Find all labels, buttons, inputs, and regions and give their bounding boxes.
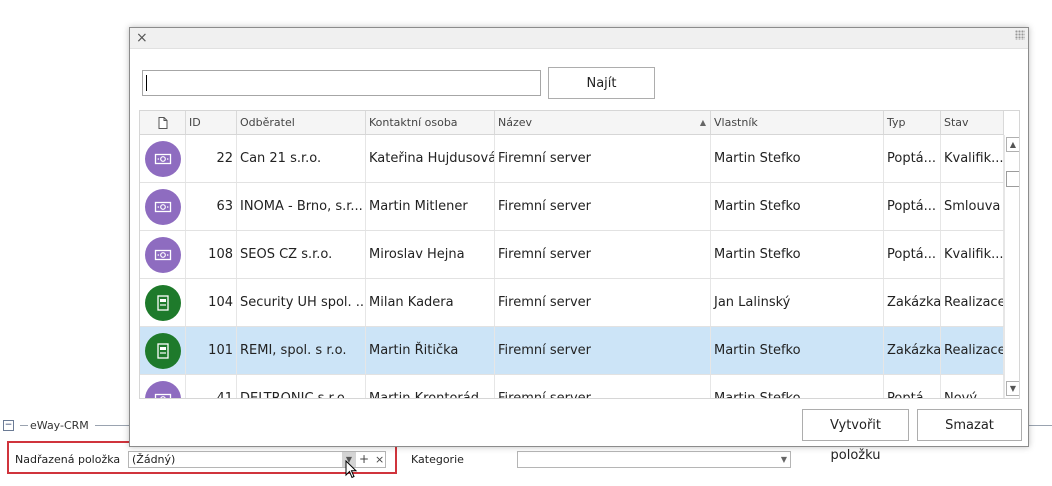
column-header-id[interactable]: ID xyxy=(186,111,237,134)
table-row[interactable]: 108 SEOS CZ s.r.o. Miroslav Hejna Firemní s… xyxy=(140,231,1004,279)
cell-icon xyxy=(140,375,186,398)
cell-icon xyxy=(140,231,186,278)
cell-type: Poptá... xyxy=(884,183,941,230)
table-row[interactable]: 101 REMI, spol. s r.o. Martin Řitička Firem… xyxy=(140,327,1004,375)
close-icon[interactable]: × xyxy=(375,452,384,467)
scroll-up-icon[interactable]: ▲ xyxy=(1006,137,1019,152)
close-icon[interactable]: × xyxy=(136,29,148,47)
section-title: eWay-CRM xyxy=(30,419,93,432)
document-icon xyxy=(158,117,168,129)
column-header-name[interactable]: Název ▲ xyxy=(495,111,711,134)
cell-name: Firemní server xyxy=(495,135,711,182)
cell-state: Kvalifik... xyxy=(941,231,1004,278)
cell-customer: SEOS CZ s.r.o. xyxy=(237,231,366,278)
category-label: Kategorie xyxy=(411,453,464,466)
column-header-contact[interactable]: Kontaktní osoba xyxy=(366,111,495,134)
column-header-owner[interactable]: Vlastník xyxy=(711,111,884,134)
cell-contact: Martin Krontorád xyxy=(366,375,495,398)
cell-owner: Martin Stefko xyxy=(711,135,884,182)
cell-state: Kvalifik... xyxy=(941,135,1004,182)
cell-name: Firemní server xyxy=(495,231,711,278)
cell-state: Realizace xyxy=(941,327,1004,374)
create-item-button[interactable]: Vytvořit položku xyxy=(802,409,909,463)
delete-button[interactable]: Smazat xyxy=(917,409,1022,441)
cell-customer: DELTRONIC s.r.o. xyxy=(237,375,366,398)
cell-customer: Can 21 s.r.o. xyxy=(237,135,366,182)
text-caret xyxy=(146,75,147,91)
cell-owner: Martin Stefko xyxy=(711,231,884,278)
grid-header: ID Odběratel Kontaktní osoba Název ▲ Vla… xyxy=(140,111,1004,135)
cell-icon xyxy=(140,183,186,230)
money-icon xyxy=(145,237,181,273)
table-row[interactable]: 104 Security UH spol. ... Milan Kadera Fire… xyxy=(140,279,1004,327)
cell-id: 63 xyxy=(186,183,237,230)
cell-id: 22 xyxy=(186,135,237,182)
cell-customer: Security UH spol. ... xyxy=(237,279,366,326)
table-row[interactable]: 22 Can 21 s.r.o. Kateřina Hujdusová Firemní… xyxy=(140,135,1004,183)
cell-contact: Miroslav Hejna xyxy=(366,231,495,278)
cell-owner: Martin Stefko xyxy=(711,375,884,398)
vertical-scrollbar[interactable]: ▲ ▼ xyxy=(1004,135,1019,398)
cell-icon xyxy=(140,135,186,182)
cell-type: Poptá... xyxy=(884,375,941,398)
find-button[interactable]: Najít xyxy=(548,67,655,99)
search-input[interactable] xyxy=(142,70,541,96)
cell-type: Poptá... xyxy=(884,231,941,278)
parent-item-label: Nadřazená položka xyxy=(15,453,121,466)
cell-name: Firemní server xyxy=(495,183,711,230)
cell-owner: Martin Stefko xyxy=(711,327,884,374)
category-combo[interactable]: ▼ xyxy=(517,451,791,468)
table-row[interactable]: 41 DELTRONIC s.r.o. Martin Krontorád Firemn… xyxy=(140,375,1004,398)
parent-item-value: (Žádný) xyxy=(132,453,176,466)
cell-owner: Martin Stefko xyxy=(711,183,884,230)
grid-rows: 22 Can 21 s.r.o. Kateřina Hujdusová Firemní… xyxy=(140,135,1004,398)
cell-customer: REMI, spol. s r.o. xyxy=(237,327,366,374)
cell-type: Zakázka xyxy=(884,279,941,326)
cell-id: 104 xyxy=(186,279,237,326)
cell-type: Poptá... xyxy=(884,135,941,182)
project-icon xyxy=(145,333,181,369)
cell-icon xyxy=(140,279,186,326)
cell-owner: Jan Lalinský xyxy=(711,279,884,326)
money-icon xyxy=(145,141,181,177)
column-header-name-label: Název xyxy=(498,116,533,129)
cell-contact: Martin Řitička xyxy=(366,327,495,374)
cell-name: Firemní server xyxy=(495,375,711,398)
cell-contact: Milan Kadera xyxy=(366,279,495,326)
sort-ascending-icon: ▲ xyxy=(699,118,706,127)
cell-id: 108 xyxy=(186,231,237,278)
table-row[interactable]: 63 INOMA - Brno, s.r... Martin Mitlener Fir… xyxy=(140,183,1004,231)
project-icon xyxy=(145,285,181,321)
scroll-thumb[interactable] xyxy=(1006,171,1019,187)
collapse-icon[interactable]: − xyxy=(3,420,14,431)
column-header-icon[interactable] xyxy=(140,111,186,134)
plus-icon[interactable]: + xyxy=(359,452,369,467)
cell-id: 101 xyxy=(186,327,237,374)
cell-customer: INOMA - Brno, s.r... xyxy=(237,183,366,230)
cell-type: Zakázka xyxy=(884,327,941,374)
search-dialog: × Najít ID Odběratel Kontaktní osoba Náz… xyxy=(129,27,1029,463)
cell-contact: Martin Mitlener xyxy=(366,183,495,230)
results-grid: ID Odběratel Kontaktní osoba Název ▲ Vla… xyxy=(139,110,1020,399)
cell-contact: Kateřina Hujdusová xyxy=(366,135,495,182)
column-header-customer[interactable]: Odběratel xyxy=(237,111,366,134)
chevron-down-icon[interactable]: ▼ xyxy=(781,452,787,467)
cell-state: Nový xyxy=(941,375,1004,398)
money-icon xyxy=(145,189,181,225)
cell-icon xyxy=(140,327,186,374)
mouse-cursor-icon xyxy=(345,460,358,479)
cell-state: Realizace xyxy=(941,279,1004,326)
cell-id: 41 xyxy=(186,375,237,398)
cell-state: Smlouva xyxy=(941,183,1004,230)
scroll-down-icon[interactable]: ▼ xyxy=(1006,381,1019,396)
column-header-state[interactable]: Stav xyxy=(941,111,1004,134)
cell-name: Firemní server xyxy=(495,279,711,326)
dialog-titlebar: × xyxy=(130,28,1028,49)
resize-grip-icon[interactable] xyxy=(1015,30,1025,40)
cell-name: Firemní server xyxy=(495,327,711,374)
column-header-type[interactable]: Typ xyxy=(884,111,941,134)
money-icon xyxy=(145,381,181,398)
